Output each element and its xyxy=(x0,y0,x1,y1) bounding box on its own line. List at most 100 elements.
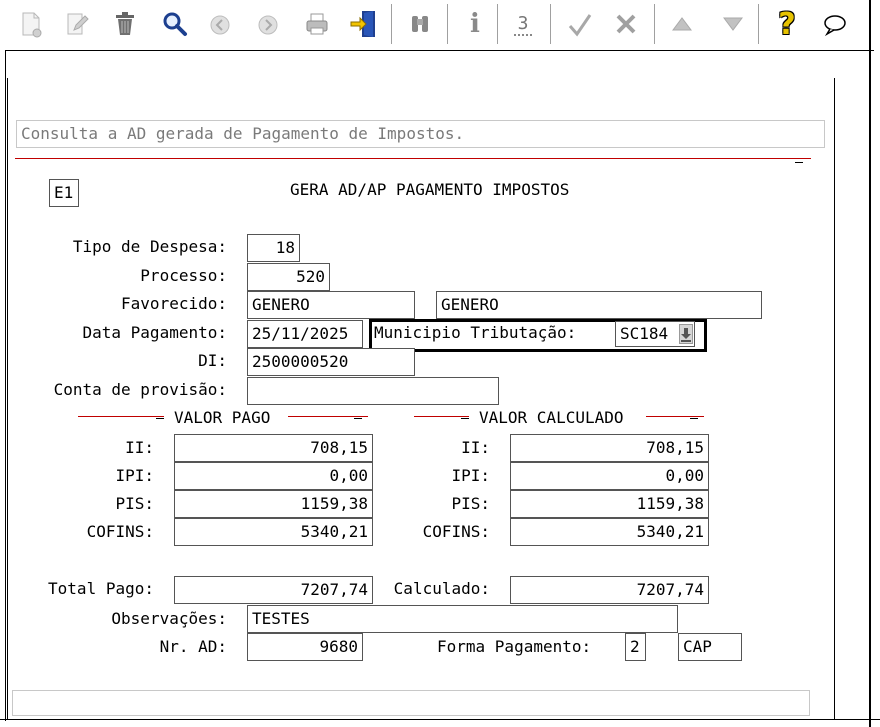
pago-ipi-value: 0,00 xyxy=(329,466,368,485)
forma-pagamento-desc-value: CAP xyxy=(683,637,712,656)
calc-pis-field[interactable]: 1159,38 xyxy=(510,490,709,518)
edit-icon[interactable] xyxy=(62,8,92,40)
valor-calculado-line-left xyxy=(414,416,469,417)
conta-provisao-field[interactable] xyxy=(247,377,499,405)
confirm-icon[interactable] xyxy=(565,8,595,40)
favorecido-name-value: GENERO xyxy=(441,295,499,314)
nr-ad-value: 9680 xyxy=(319,637,358,656)
scroll-up-icon[interactable] xyxy=(667,8,697,40)
favorecido-name-field[interactable]: GENERO xyxy=(436,291,762,319)
screen-code: E1 xyxy=(49,179,79,207)
di-label: DI: xyxy=(198,351,227,370)
counter-label: 3 xyxy=(513,13,533,36)
pago-pis-field[interactable]: 1159,38 xyxy=(174,490,373,518)
nr-ad-field[interactable]: 9680 xyxy=(247,633,363,661)
pago-cofins-field[interactable]: 5340,21 xyxy=(174,518,373,546)
valor-calculado-title: VALOR CALCULADO xyxy=(479,408,624,427)
forma-pagamento-code-value: 2 xyxy=(630,637,640,656)
valor-calculado-dash-left xyxy=(461,418,469,419)
forma-pagamento-desc-field[interactable]: CAP xyxy=(678,633,742,661)
tipo-despesa-label: Tipo de Despesa: xyxy=(72,237,227,256)
data-pagamento-value: 25/11/2025 xyxy=(252,324,349,343)
valor-pago-line-right xyxy=(288,416,368,417)
toolbar-separator xyxy=(391,4,392,44)
next-icon[interactable] xyxy=(253,8,283,40)
header-divider xyxy=(15,158,811,159)
pago-ii-field[interactable]: 708,15 xyxy=(174,434,373,462)
pago-ipi-label: IPI: xyxy=(115,466,154,485)
calc-cofins-value: 5340,21 xyxy=(636,522,704,541)
screen-code-text: E1 xyxy=(54,183,74,202)
chat-icon[interactable] xyxy=(820,8,850,40)
valor-calculado-line-right xyxy=(646,416,704,417)
processo-label: Processo: xyxy=(140,266,227,285)
exit-icon[interactable] xyxy=(348,8,378,40)
forma-pagamento-code-field[interactable]: 2 xyxy=(625,633,646,661)
valor-pago-dash-right xyxy=(354,418,362,419)
message-text: Consulta a AD gerada de Pagamento de Imp… xyxy=(21,124,465,143)
forma-pagamento-label: Forma Pagamento: xyxy=(437,637,592,656)
calculado-value: 7207,74 xyxy=(636,580,704,599)
info-label: i xyxy=(470,9,480,39)
valor-pago-line-left xyxy=(78,416,164,417)
screen-title: GERA AD/AP PAGAMENTO IMPOSTOS xyxy=(290,180,570,199)
window-border xyxy=(869,0,871,727)
pago-cofins-value: 5340,21 xyxy=(300,522,368,541)
toolbar: i 3 ? xyxy=(0,0,880,50)
observacoes-field[interactable]: TESTES xyxy=(247,605,678,633)
trash-icon[interactable] xyxy=(110,8,140,40)
favorecido-code-value: GENERO xyxy=(252,295,310,314)
calc-ipi-label: IPI: xyxy=(451,466,490,485)
calc-ii-field[interactable]: 708,15 xyxy=(510,434,709,462)
scroll-down-icon[interactable] xyxy=(718,8,748,40)
toolbar-separator xyxy=(758,4,759,44)
calculado-label: Calculado: xyxy=(393,579,490,598)
calc-ipi-field[interactable]: 0,00 xyxy=(510,462,709,490)
counter-icon[interactable]: 3 xyxy=(508,8,538,40)
info-icon[interactable]: i xyxy=(460,8,490,40)
tipo-despesa-field[interactable]: 18 xyxy=(247,234,300,262)
calc-pis-label: PIS: xyxy=(451,494,490,513)
help-icon[interactable]: ? xyxy=(772,6,802,42)
calc-ipi-value: 0,00 xyxy=(665,466,704,485)
di-value: 2500000520 xyxy=(252,352,349,371)
toolbar-separator xyxy=(550,4,551,44)
new-document-icon[interactable] xyxy=(16,8,46,40)
pago-pis-value: 1159,38 xyxy=(300,494,368,513)
print-icon[interactable] xyxy=(302,8,332,40)
cancel-icon[interactable] xyxy=(611,8,641,40)
help-label: ? xyxy=(778,6,796,42)
total-pago-label: Total Pago: xyxy=(48,579,154,598)
status-bar xyxy=(12,690,810,716)
calc-cofins-field[interactable]: 5340,21 xyxy=(510,518,709,546)
conta-provisao-label: Conta de provisão: xyxy=(53,380,227,399)
toolbar-separator xyxy=(497,4,498,44)
divider-dash xyxy=(795,162,803,163)
processo-field[interactable]: 520 xyxy=(247,263,330,291)
municipio-lookup-icon[interactable] xyxy=(679,324,693,344)
favorecido-code-field[interactable]: GENERO xyxy=(247,291,415,319)
observacoes-label: Observações: xyxy=(111,609,227,628)
total-pago-field[interactable]: 7207,74 xyxy=(174,576,373,604)
tipo-despesa-value: 18 xyxy=(275,238,295,257)
toolbar-separator xyxy=(654,4,655,44)
data-pagamento-field[interactable]: 25/11/2025 xyxy=(247,320,363,348)
total-pago-value: 7207,74 xyxy=(300,580,368,599)
di-field[interactable]: 2500000520 xyxy=(247,348,415,376)
previous-icon[interactable] xyxy=(205,8,235,40)
calc-ii-value: 708,15 xyxy=(646,438,704,457)
favorecido-label: Favorecido: xyxy=(121,294,227,313)
municipio-label: Municipio Tributação: xyxy=(374,323,577,342)
pago-ipi-field[interactable]: 0,00 xyxy=(174,462,373,490)
search-icon[interactable] xyxy=(160,8,190,40)
calculado-field[interactable]: 7207,74 xyxy=(510,576,709,604)
binoculars-icon[interactable] xyxy=(405,8,435,40)
window-bottom-border xyxy=(0,719,880,720)
valor-pago-dash-left xyxy=(156,418,164,419)
calc-cofins-label: COFINS: xyxy=(422,522,490,541)
pago-cofins-label: COFINS: xyxy=(86,522,154,541)
valor-pago-title: VALOR PAGO xyxy=(174,408,271,427)
municipio-value: SC184 xyxy=(620,324,669,343)
nr-ad-label: Nr. AD: xyxy=(159,637,227,656)
calc-ii-label: II: xyxy=(461,438,490,457)
